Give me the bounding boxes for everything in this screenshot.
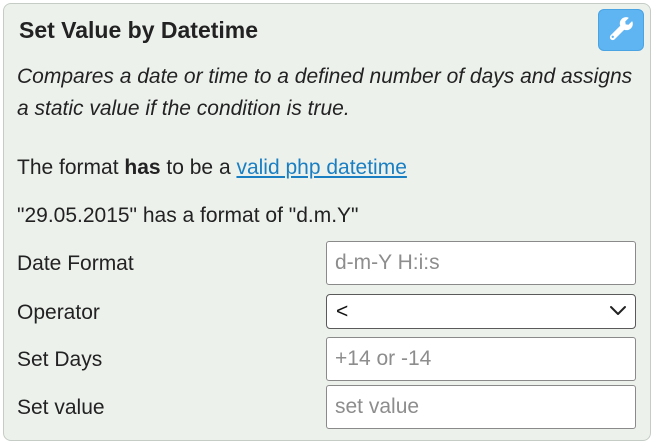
date-format-input[interactable] (326, 241, 636, 285)
set-days-row: Set Days (4, 337, 650, 383)
settings-button[interactable] (598, 9, 644, 51)
format-note-middle: to be a (160, 156, 237, 179)
operator-selected-value: < (336, 300, 349, 323)
set-value-label: Set value (17, 396, 105, 419)
set-value-row: Set value (4, 385, 650, 431)
set-value-input[interactable] (326, 385, 636, 429)
set-days-input[interactable] (326, 337, 636, 381)
operator-row: Operator < (4, 290, 650, 336)
chevron-down-icon (609, 304, 627, 323)
format-example: "29.05.2015" has a format of "d.m.Y" (17, 204, 359, 227)
format-note: The format has to be a valid php datetim… (17, 154, 407, 182)
date-format-row: Date Format (4, 241, 650, 287)
wrench-icon (608, 15, 634, 46)
format-note-emphasis: has (124, 156, 161, 179)
datetime-rule-card: Set Value by Datetime Compares a date or… (3, 3, 651, 441)
card-title: Set Value by Datetime (19, 17, 259, 43)
format-note-prefix: The format (17, 156, 125, 179)
card-description: Compares a date or time to a defined num… (17, 65, 633, 120)
operator-select[interactable]: < (326, 294, 636, 329)
date-format-label: Date Format (17, 252, 134, 275)
card-header: Set Value by Datetime (4, 4, 650, 56)
set-days-label: Set Days (17, 348, 103, 371)
operator-label: Operator (17, 301, 100, 324)
php-datetime-link[interactable]: valid php datetime (236, 156, 406, 179)
